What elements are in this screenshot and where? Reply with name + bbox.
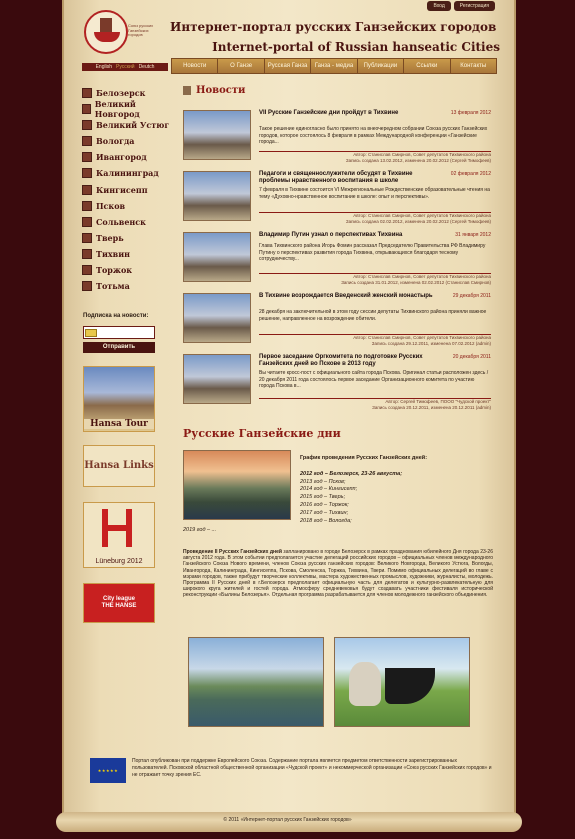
nav-about-hansa[interactable]: О Ганзе — [218, 59, 265, 73]
coat-of-arms-icon — [82, 136, 92, 147]
news-thumbnail[interactable] — [183, 293, 251, 343]
news-item: Первое заседание Оргкомитета по подготов… — [183, 354, 493, 412]
hanseatic-days-photo — [183, 450, 291, 520]
luneburg-banner[interactable]: Lüneburg 2012 — [83, 502, 155, 568]
coat-of-arms-icon — [82, 104, 91, 115]
news-item: VII Русские Ганзейские дни пройдут в Тих… — [183, 110, 493, 168]
scroll-icon — [183, 86, 191, 95]
news-summary: Вы читаете кросс-пост с официального сай… — [259, 370, 489, 389]
news-item: Владимир Путин узнал о перспективах Тихв… — [183, 232, 493, 290]
coat-of-arms-icon — [82, 152, 92, 163]
news-title-link[interactable]: В Тихвине возрождается Введенский женски… — [259, 293, 439, 300]
news-date: 29 декабря 2011 — [452, 293, 491, 299]
coat-of-arms-icon — [82, 281, 92, 292]
coat-of-arms-icon — [82, 216, 92, 227]
coat-of-arms-icon — [82, 232, 92, 243]
news-meta: Автор: Станислав Смирнов, Совет депутато… — [259, 273, 491, 285]
news-date: 31 января 2012 — [455, 232, 491, 238]
news-title-link[interactable]: Первое заседание Оргкомитета по подготов… — [259, 354, 439, 368]
schedule-last: 2019 год – ... — [183, 527, 217, 533]
news-summary: Глава Тихвинского района Игорь Фомин рас… — [259, 243, 486, 262]
subscribe-email-input[interactable] — [83, 326, 155, 339]
news-date: 20 декабря 2011 — [452, 354, 491, 360]
city-list: Белозерск Великий Новгород Великий Устюг… — [82, 85, 170, 294]
hansa-links-banner[interactable]: Hansa Links — [83, 445, 155, 487]
lang-english[interactable]: English — [96, 64, 112, 70]
news-item: В Тихвине возрождается Введенский женски… — [183, 293, 493, 351]
main-nav: Новости О Ганзе Русская Ганза Ганза - ме… — [171, 58, 497, 74]
subscribe-button[interactable]: Отправить — [83, 342, 155, 353]
luneburg-logo-icon — [102, 509, 132, 547]
news-date: 02 февраля 2012 — [450, 171, 491, 177]
city-item[interactable]: Тихвин — [82, 246, 170, 262]
city-item[interactable]: Кингисепп — [82, 182, 170, 198]
coat-of-arms-icon — [82, 120, 92, 131]
hanseatic-days-description: Проведение II Русских Ганзейских дней за… — [183, 549, 493, 599]
schedule-list: График проведения Русских Ганзейских дне… — [300, 455, 490, 525]
hansa-tour-banner[interactable]: Hansa Tour — [83, 366, 155, 432]
logo-text: Союз русских Ганзейских городов — [128, 23, 154, 37]
copyright: © 2011 «Интернет-портал русских Ганзейск… — [223, 817, 352, 823]
city-item[interactable]: Ивангород — [82, 149, 170, 165]
city-item[interactable]: Калининград — [82, 165, 170, 181]
news-title-link[interactable]: Педагоги и священнослужители обсудят в Т… — [259, 171, 439, 185]
news-meta: Автор: Станислав Смирнов, Совет депутато… — [259, 212, 491, 224]
belozersk-photo — [188, 637, 324, 727]
city-item[interactable]: Сольвенск — [82, 214, 170, 230]
city-item[interactable]: Великий Устюг — [82, 117, 170, 133]
news-summary: Такое решение единогласно было принято н… — [259, 126, 488, 145]
city-item[interactable]: Тотьма — [82, 278, 170, 294]
nav-russian-hansa[interactable]: Русская Ганза — [265, 59, 312, 73]
news-date: 13 февраля 2012 — [450, 110, 491, 116]
news-thumbnail[interactable] — [183, 171, 251, 221]
news-section-title: Новости — [183, 85, 245, 96]
city-item[interactable]: Торжок — [82, 262, 170, 278]
monument-photo — [334, 637, 470, 727]
coat-of-arms-icon — [82, 248, 92, 259]
ship-emblem-icon — [84, 10, 128, 54]
lang-russian[interactable]: Русский — [116, 64, 135, 70]
schedule-header: График проведения Русских Ганзейских дне… — [300, 455, 428, 461]
eu-flag-icon: ★★★★★ — [90, 758, 126, 783]
city-item[interactable]: Тверь — [82, 230, 170, 246]
language-switcher: English Русский Deutch — [82, 63, 168, 71]
site-title-ru: Интернет-портал русских Ганзейских город… — [170, 20, 497, 34]
city-item[interactable]: Вологда — [82, 133, 170, 149]
news-summary: 28 декабря на заключительной в этом году… — [259, 309, 487, 322]
news-title-link[interactable]: VII Русские Ганзейские дни пройдут в Тих… — [259, 110, 439, 117]
top-links: Вход Регистрация — [427, 1, 495, 11]
nav-contacts[interactable]: Контакты — [451, 59, 496, 73]
news-meta: Автор: Станислав Смирнов, Совет депутато… — [259, 334, 491, 346]
coat-of-arms-icon — [82, 184, 92, 195]
city-item[interactable]: Великий Новгород — [82, 99, 170, 119]
coat-of-arms-icon — [82, 168, 92, 179]
hanseatic-days-title: Русские Ганзейские дни — [183, 427, 341, 440]
site-title: Интернет-портал русских Ганзейских город… — [170, 17, 500, 57]
login-link[interactable]: Вход — [427, 1, 451, 11]
news-thumbnail[interactable] — [183, 110, 251, 160]
coat-of-arms-icon — [82, 265, 92, 276]
site-title-en: Internet-portal of Russian hanseatic Cit… — [212, 40, 500, 54]
city-item[interactable]: Псков — [82, 198, 170, 214]
news-meta: Автор: Станислав Смирнов, Совет депутато… — [259, 151, 491, 163]
site-logo[interactable]: Союз русских Ганзейских городов — [84, 10, 158, 56]
the-hanse-banner[interactable]: City league THE HANSE — [83, 583, 155, 623]
envelope-icon — [85, 328, 97, 337]
nav-links[interactable]: Ссылки — [404, 59, 451, 73]
nav-hansa-media[interactable]: Ганза - медиа — [311, 59, 358, 73]
coat-of-arms-icon — [82, 200, 92, 211]
subscribe-label: Подписка на новости: — [83, 313, 149, 319]
coat-of-arms-icon — [82, 88, 92, 98]
news-meta: Автор: Сергей Тимофеев, ПООО "Чудской пр… — [259, 398, 491, 410]
footer-disclaimer: Портал опубликован при поддержке Европей… — [132, 758, 492, 778]
lang-deutsch[interactable]: Deutch — [139, 64, 155, 70]
nav-publications[interactable]: Публикации — [358, 59, 405, 73]
register-link[interactable]: Регистрация — [453, 1, 495, 11]
news-title-link[interactable]: Владимир Путин узнал о перспективах Тихв… — [259, 232, 439, 239]
news-thumbnail[interactable] — [183, 354, 251, 404]
nav-news[interactable]: Новости — [172, 59, 219, 73]
news-summary: 7 февраля в Тихвине состоится VI Межреги… — [259, 187, 490, 200]
news-thumbnail[interactable] — [183, 232, 251, 282]
news-item: Педагоги и священнослужители обсудят в Т… — [183, 171, 493, 229]
